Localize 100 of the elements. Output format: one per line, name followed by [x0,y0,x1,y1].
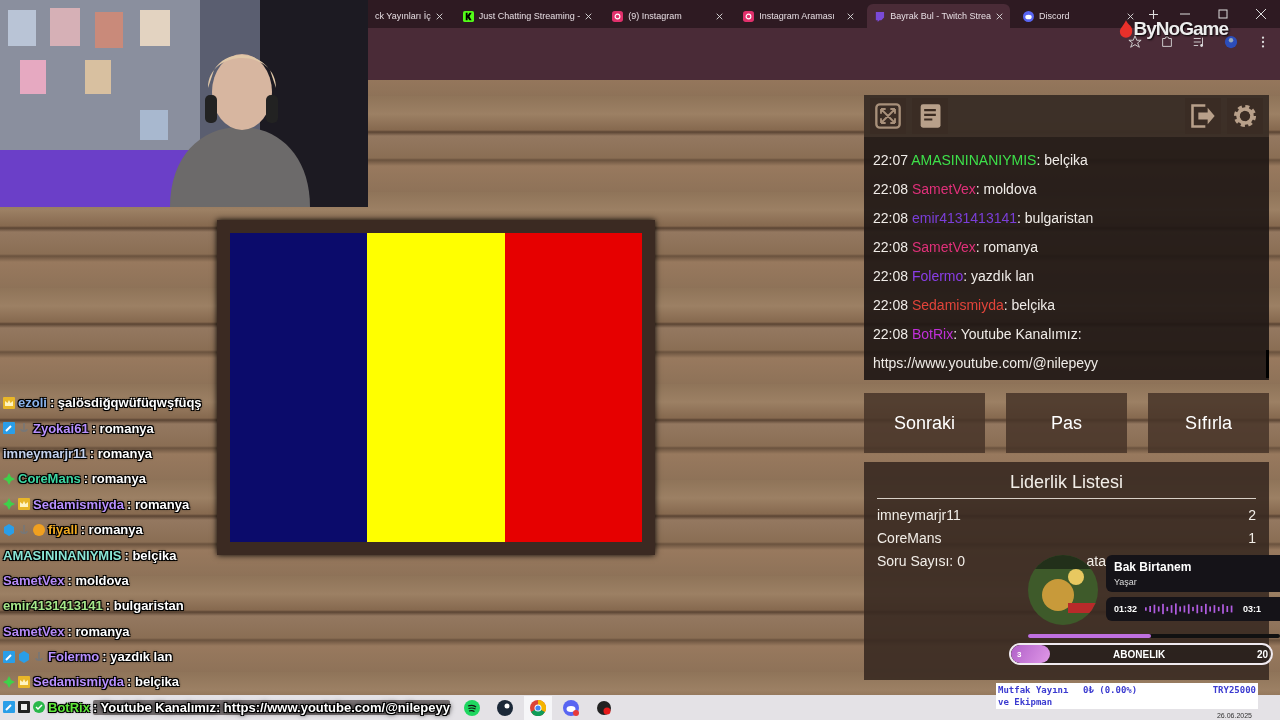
camera-icon [612,10,624,22]
chat-message: : belçika [124,547,177,563]
logo-text: ByNoGame [1133,18,1228,40]
user-name: SametVex [911,181,976,197]
sparkle-badge-icon [3,472,15,485]
user-name: ezoli [18,395,47,411]
user-name: imneymarjr11 [3,445,87,461]
exit-icon [1189,102,1217,130]
chat-message: : yazdık lan [963,268,1035,284]
browser-tab[interactable]: (9) Instagram [605,4,731,28]
chat-message: : romanya [89,445,152,461]
user-name: Sedamismiyda [33,496,125,512]
close-icon[interactable] [1256,9,1266,19]
chat-message: : bulgaristan [1017,210,1094,226]
anchor-badge-icon [18,422,30,435]
game-button[interactable]: Pas [1006,393,1127,453]
subscription-label: ABONELIK [1112,648,1167,660]
song-title: Bak Birtanem [1114,560,1193,574]
chat-message: : bulgaristan [105,598,184,614]
k-logo-icon [462,10,474,22]
chat-app-icon [563,699,579,716]
sparkle-badge-icon [3,498,15,511]
anchor-badge-icon [18,523,30,536]
cube-badge-icon [18,650,30,663]
question-count: Soru Sayısı: 0 [877,552,965,571]
browser-tab[interactable]: Instagram Araması [736,4,862,28]
user-name: Folermo [48,649,100,665]
user-name: SametVex [911,239,976,255]
close-icon[interactable] [585,12,593,20]
sound-waves-icon [464,699,480,716]
coin-badge-icon [33,523,45,536]
camera-icon [743,10,755,22]
dark-circle-icon [497,699,513,716]
donation-amount: 0₺ (0.00%) [1083,684,1139,697]
user-name: AMASININANIYMIS [3,547,122,563]
chat-message: : romanya [975,239,1038,255]
message-time: 22:08 [873,239,909,255]
crown-badge-icon [18,676,30,688]
bot-badge-icon [18,701,30,714]
message-time: 22:08 [873,326,909,342]
message-time: 22:08 [873,297,909,313]
user-name: emir4131413141 [3,598,103,614]
chat-message: : belçika [1003,297,1056,313]
user-name: SametVex [3,623,65,639]
chat-message: : romanya [80,522,143,538]
message-time: 22:07 [873,152,909,168]
anchor-badge-icon [33,650,45,663]
chat-message: : moldova [975,181,1037,197]
chat-message: : romanya [127,496,190,512]
close-icon[interactable] [716,12,724,20]
chat-message: : şalösdiğqwüfüqwşfüqş [49,395,202,411]
chat-message: : belçika [127,674,180,690]
duration-time: 03:1 [1243,604,1262,614]
wrench-badge-icon [3,701,15,714]
close-icon[interactable] [996,12,1004,20]
close-icon[interactable] [435,12,443,20]
user-name: fiyall [48,522,78,538]
game-button[interactable]: Sıfırla [1148,393,1269,453]
chat-message: : moldova [67,572,129,588]
browser-tab[interactable]: Just Chatting Streaming - [455,4,600,28]
player-name: imneymarjr11 [877,506,961,525]
browser-tab[interactable]: ck Yayınları İç [368,4,450,28]
player-score: 1 [1248,529,1256,548]
maximize-icon[interactable] [1218,9,1228,19]
wrench-badge-icon [3,422,15,435]
user-name: Zyokai61 [33,420,89,436]
donation-target: TRY25000 [1211,684,1256,697]
donation-title: Mutfak Yayını ve Ekipman [998,684,1070,708]
chat-message: : romanya [67,623,130,639]
close-icon[interactable] [847,12,855,20]
user-name: Sedamismiyda [911,297,1004,313]
player-name: CoreMans [877,529,942,548]
user-name: CoreMans [18,471,81,487]
subscription-goal: 20 [1256,648,1268,660]
chat-message: : yazdık lan [102,649,173,665]
game-button[interactable]: Sonraki [864,393,985,453]
elapsed-time: 01:32 [1114,604,1138,614]
close-icon[interactable] [1127,12,1135,20]
browser-icon [530,699,546,716]
user-name: SametVex [3,572,65,588]
chat-message: : belçika [1036,152,1088,168]
flame-icon [1118,20,1133,38]
new-tab-icon[interactable] [1149,9,1159,19]
browser-tab[interactable]: Bayrak Bul - Twitch Strea [867,4,1011,28]
chat-link[interactable]: https://www.youtube.com/@nilepeyy [873,355,1099,371]
chat-message: : romanya [91,420,154,436]
user-name: BotRix [48,699,90,715]
gear-icon [1231,102,1259,130]
crown-badge-icon [3,396,15,409]
leaderboard-title: Liderlik Listesi [877,472,1256,499]
expand-icon [874,102,902,130]
record-icon [596,699,612,716]
chat-message: : romanya [83,471,146,487]
crown-badge-icon [18,498,30,511]
user-name: Sedamismiyda [33,674,125,690]
song-artist: Yaşar [1114,577,1138,587]
message-time: 22:08 [873,181,909,197]
message-time: 22:08 [873,210,909,226]
partial-text: ata [1086,552,1106,571]
wrench-badge-icon [3,650,15,663]
